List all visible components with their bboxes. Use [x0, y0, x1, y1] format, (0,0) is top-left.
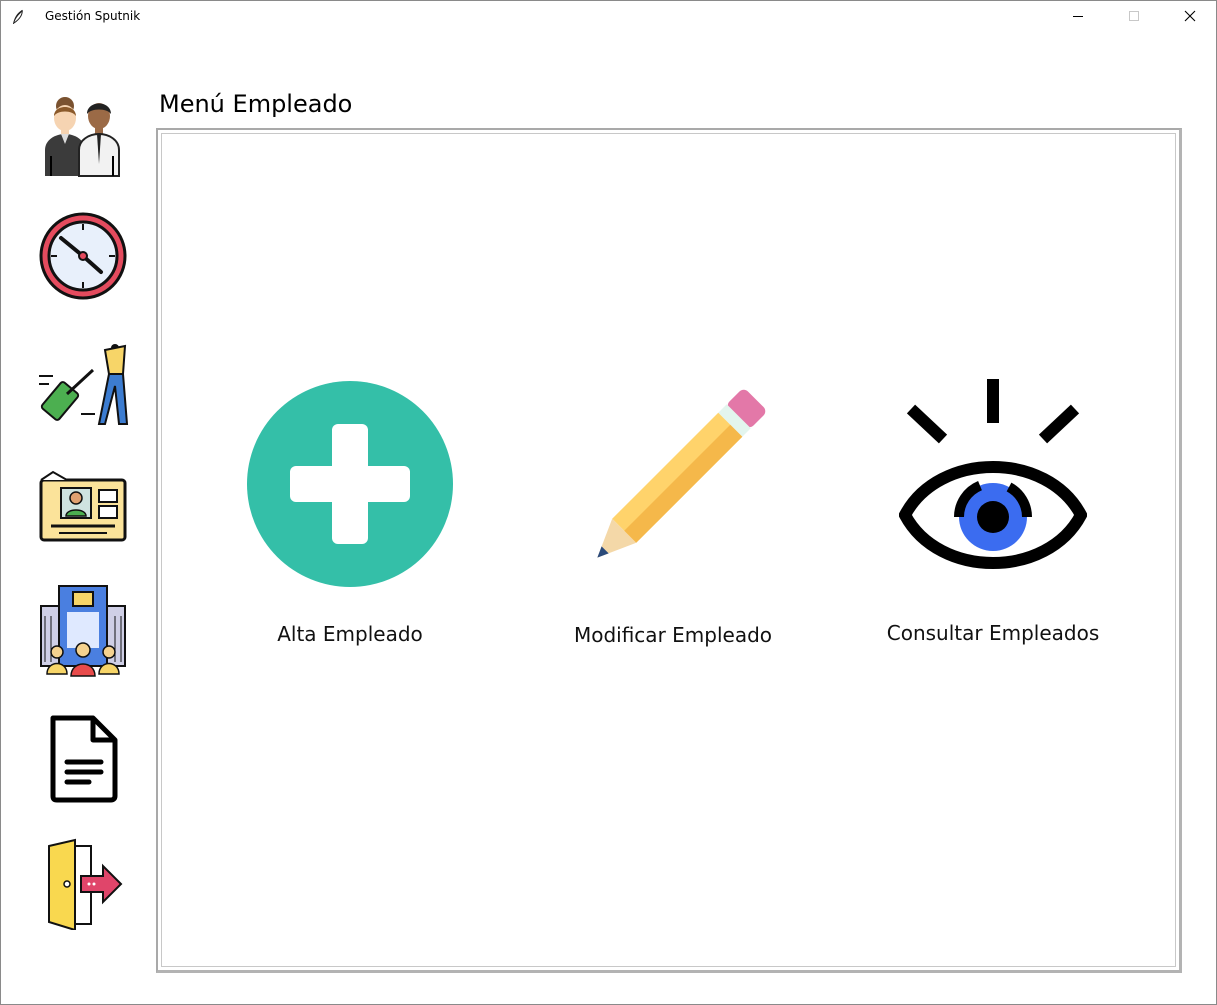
title-bar: Gestión Sputnik [1, 1, 1216, 31]
add-icon [246, 380, 454, 592]
id-card-icon [37, 470, 129, 550]
sidebar-item-exit[interactable] [34, 837, 132, 935]
modify-employee-button[interactable]: Modificar Empleado [543, 375, 803, 647]
document-icon [43, 712, 123, 808]
company-icon [37, 582, 129, 682]
close-button[interactable] [1167, 1, 1213, 31]
app-window: Gestión Sputnik Menú Empleado Alta Emple… [0, 0, 1217, 1005]
page-title: Menú Empleado [159, 90, 353, 118]
main-panel: Alta Empleado Modificar Empleado Consult… [156, 128, 1182, 973]
sidebar-item-travel[interactable] [34, 335, 132, 433]
sidebar-item-document[interactable] [34, 711, 132, 809]
add-employee-button[interactable]: Alta Empleado [220, 380, 480, 646]
minimize-button[interactable] [1055, 1, 1101, 31]
view-employees-button[interactable]: Consultar Empleados [863, 377, 1123, 645]
sidebar-item-employees[interactable] [34, 85, 132, 183]
pencil-icon [564, 375, 782, 593]
sidebar-item-id-card[interactable] [34, 461, 132, 559]
exit-icon [41, 838, 125, 934]
employees-icon [35, 84, 131, 184]
modify-employee-label: Modificar Empleado [573, 623, 773, 647]
sidebar-item-clock[interactable] [34, 209, 132, 307]
eye-icon [898, 377, 1088, 591]
sidebar-item-company[interactable] [34, 583, 132, 681]
travel-icon [35, 334, 131, 434]
close-icon [1184, 7, 1196, 26]
minimize-icon [1072, 7, 1084, 26]
clock-icon [37, 210, 129, 306]
add-employee-label: Alta Empleado [277, 622, 423, 646]
feather-icon [10, 9, 26, 25]
maximize-icon [1128, 7, 1140, 26]
view-employees-label: Consultar Empleados [886, 621, 1100, 645]
maximize-button[interactable] [1111, 1, 1157, 31]
window-title: Gestión Sputnik [45, 9, 141, 23]
